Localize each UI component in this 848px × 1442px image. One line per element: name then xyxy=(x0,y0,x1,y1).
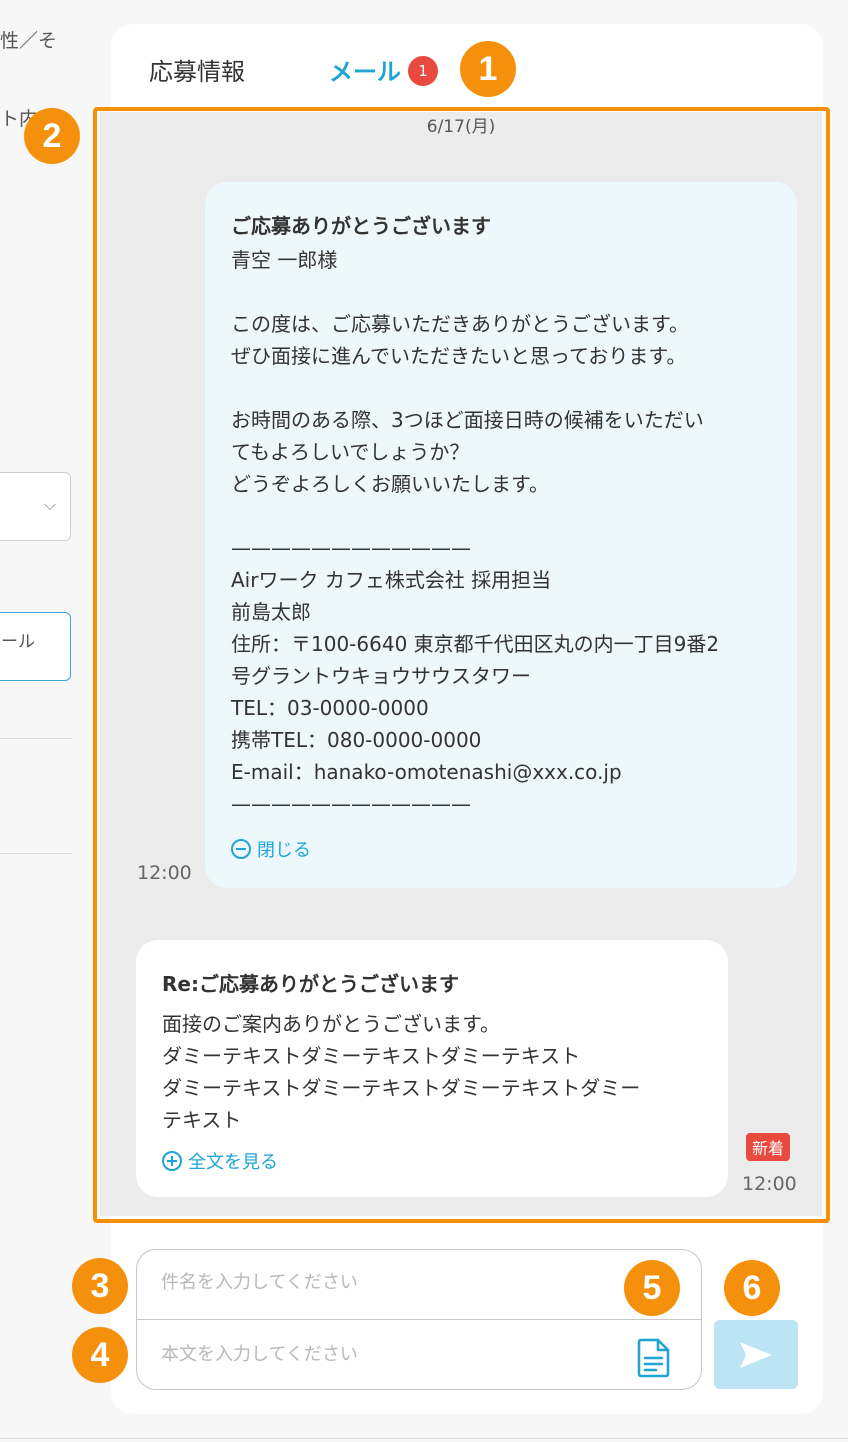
send-button[interactable] xyxy=(714,1320,798,1389)
send-icon xyxy=(740,1341,772,1368)
outgoing-message: ご応募ありがとうございます 青空 一郎様この度は、ご応募いただきありがとうござい… xyxy=(205,182,797,888)
annotation-marker-3: 3 xyxy=(72,1258,128,1314)
body-line xyxy=(231,372,771,404)
left-mail-button[interactable]: ール xyxy=(0,612,71,681)
annotation-marker-4: 4 xyxy=(72,1327,128,1383)
body-line: TEL：03-0000-0000 xyxy=(231,696,429,720)
body-line: ぜひ面接に進んでいただきたいと思っております。 xyxy=(231,344,687,368)
compose-box xyxy=(136,1249,702,1390)
body-line: どうぞよろしくお願いいたします。 xyxy=(231,472,549,496)
annotation-marker-2: 2 xyxy=(24,108,80,164)
incoming-message: Re:ご応募ありがとうございます 面接のご案内ありがとうございます。ダミーテキス… xyxy=(136,940,728,1197)
body-line: 携帯TEL：080-0000-0000 xyxy=(231,728,482,752)
subject-input[interactable] xyxy=(161,1272,601,1293)
message-time: 12:00 xyxy=(742,1173,797,1195)
message-body: 面接のご案内ありがとうございます。 ダミーテキストダミーテキストダミーテキスト ダミ… xyxy=(162,1008,702,1136)
divider xyxy=(0,853,72,854)
unread-count-badge: 1 xyxy=(408,56,438,86)
collapse-link[interactable]: 閉じる xyxy=(231,836,311,862)
expand-label: 全文を見る xyxy=(188,1152,278,1173)
body-line: テキスト xyxy=(162,1108,242,1132)
collapse-label: 閉じる xyxy=(257,840,311,861)
new-badge: 新着 xyxy=(746,1133,791,1161)
plus-circle-icon xyxy=(162,1151,182,1171)
left-select[interactable]: ⌵ xyxy=(0,472,71,541)
annotation-marker-5: 5 xyxy=(624,1260,680,1316)
body-line: ダミーテキストダミーテキストダミーテキスト xyxy=(162,1044,581,1068)
body-line xyxy=(231,500,771,532)
body-input[interactable] xyxy=(161,1344,601,1365)
message-thread[interactable]: 6/17(月) ご応募ありがとうございます 青空 一郎様この度は、ご応募いただき… xyxy=(100,112,822,1216)
tab-application-info[interactable]: 応募情報 xyxy=(149,52,245,87)
tab-mail[interactable]: メール xyxy=(329,52,401,87)
body-line: この度は、ご応募いただきありがとうございます。 xyxy=(231,312,689,336)
message-time: 12:00 xyxy=(137,862,192,884)
body-line: 号グラントウキョウサウスタワー xyxy=(231,664,531,688)
body-line: 前島太郎 xyxy=(231,600,311,624)
divider xyxy=(0,738,72,739)
left-form-pane: 性／そ ト内 ⌵ ール xyxy=(0,0,100,1442)
body-line: 青空 一郎様 xyxy=(231,248,338,272)
body-line: ———————————— xyxy=(231,536,471,560)
body-line xyxy=(231,276,771,308)
left-label-top: 性／そ xyxy=(0,30,58,52)
template-document-icon[interactable] xyxy=(634,1337,674,1379)
body-line: 面接のご案内ありがとうございます。 xyxy=(162,1012,500,1036)
divider xyxy=(0,1438,848,1439)
body-line: ダミーテキストダミーテキストダミーテキストダミー xyxy=(162,1076,641,1100)
body-line: お時間のある際、3つほど面接日時の候補をいただい xyxy=(231,408,704,432)
message-subject: Re:ご応募ありがとうございます xyxy=(162,972,459,996)
chevron-down-icon: ⌵ xyxy=(43,495,56,514)
left-mail-button-label: ール xyxy=(1,632,35,652)
annotation-marker-1: 1 xyxy=(460,41,516,97)
body-line: Airワーク カフェ株式会社 採用担当 xyxy=(231,568,552,592)
body-line: ———————————— xyxy=(231,792,471,816)
expand-link[interactable]: 全文を見る xyxy=(162,1148,278,1174)
message-subject: ご応募ありがとうございます xyxy=(231,214,491,238)
body-line: てもよろしいでしょうか？ xyxy=(231,440,470,464)
body-line: E-mail：hanako-omotenashi@xxx.co.jp xyxy=(231,760,622,784)
minus-circle-icon xyxy=(231,839,251,859)
divider xyxy=(137,1319,701,1320)
message-body: 青空 一郎様この度は、ご応募いただきありがとうございます。 ぜひ面接に進んでいただ… xyxy=(231,244,771,820)
body-line: 住所：〒100-6640 東京都千代田区丸の内一丁目9番2 xyxy=(231,632,720,656)
annotation-marker-6: 6 xyxy=(724,1260,780,1316)
thread-date: 6/17(月) xyxy=(426,117,496,137)
